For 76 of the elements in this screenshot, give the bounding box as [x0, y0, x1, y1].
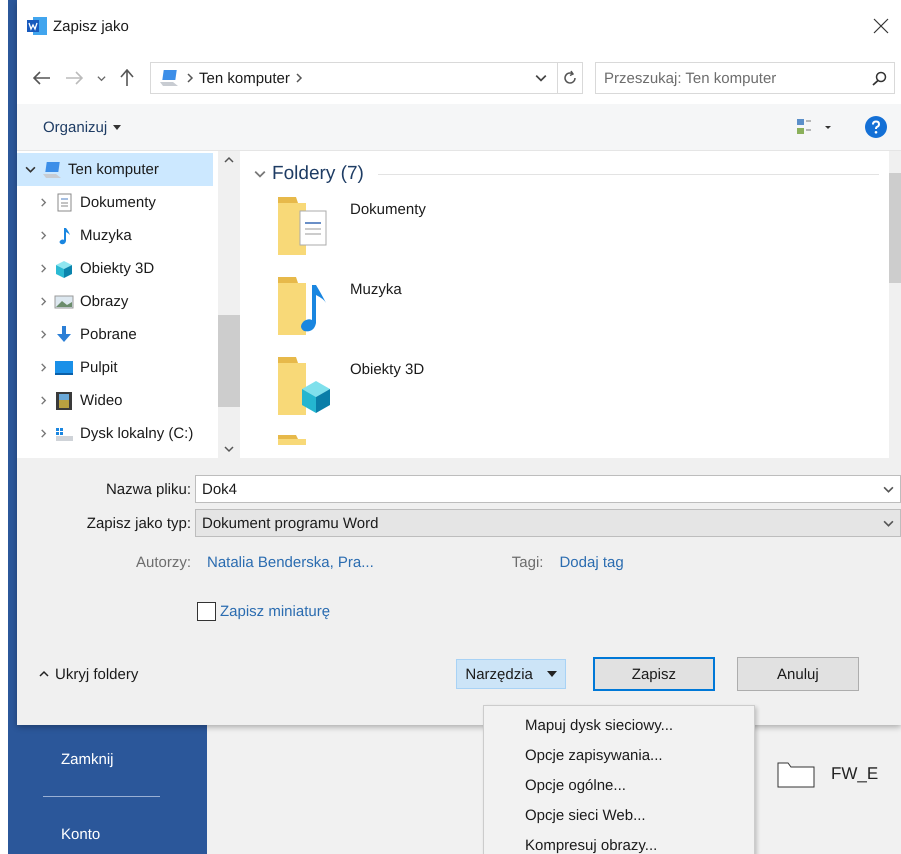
- chevron-down-icon: [25, 164, 36, 175]
- cube-icon: [54, 258, 74, 278]
- chevron-right-icon: [39, 198, 48, 207]
- download-arrow-icon: [54, 324, 74, 344]
- chevron-right-icon: [39, 396, 48, 405]
- arrow-up-icon: [120, 69, 134, 87]
- menu-item[interactable]: Opcje ogólne...: [484, 770, 754, 800]
- menu-item[interactable]: Kompresuj obrazy...: [484, 830, 754, 854]
- computer-icon: [159, 68, 179, 88]
- file-name[interactable]: FW_E: [831, 764, 878, 784]
- chevron-right-icon: [39, 330, 48, 339]
- view-icon: [797, 118, 833, 136]
- arrow-left-icon: [33, 71, 51, 85]
- breadcrumb[interactable]: Ten komputer: [195, 70, 294, 86]
- checkbox-label[interactable]: Zapisz miniaturę: [220, 603, 330, 620]
- tree-item[interactable]: Muzyka: [17, 219, 213, 252]
- authors-link[interactable]: Natalia Benderska, Pra...: [207, 554, 374, 570]
- chevron-right-icon: [39, 231, 48, 240]
- sidebar-item[interactable]: Konto: [61, 815, 207, 853]
- organize-button[interactable]: Organizuj: [43, 118, 122, 136]
- tree-item[interactable]: Ten komputer: [17, 153, 213, 186]
- tree-item[interactable]: Obiekty 3D: [17, 252, 213, 285]
- chevron-icon: [224, 444, 234, 454]
- tree-item[interactable]: Wideo: [17, 384, 213, 417]
- help-icon[interactable]: [865, 116, 887, 138]
- menu-item[interactable]: Opcje sieci Web...: [484, 800, 754, 830]
- cancel-button[interactable]: Anuluj: [736, 657, 859, 691]
- chevron-right-icon: [39, 297, 48, 306]
- film-icon: [54, 390, 74, 410]
- tags-link[interactable]: Dodaj tag: [559, 554, 624, 570]
- scrollbar[interactable]: [889, 151, 901, 458]
- tree-item[interactable]: Dysk lokalny (C:): [17, 417, 213, 450]
- tree-item[interactable]: Obrazy: [17, 285, 213, 318]
- window-title: Zapisz jako: [53, 18, 130, 34]
- chevron-right-icon: [294, 73, 304, 83]
- folder-name[interactable]: Dokumenty: [350, 193, 426, 218]
- folder-outline-icon: [777, 760, 815, 788]
- hide-folders-button[interactable]: Ukryj foldery: [39, 666, 138, 682]
- address-bar[interactable]: Ten komputer: [150, 62, 583, 94]
- chevron-right-icon: [39, 429, 48, 438]
- folder-name[interactable]: Muzyka: [350, 273, 402, 298]
- chevron-icon: [224, 155, 234, 165]
- group-header[interactable]: Foldery (7): [254, 163, 879, 185]
- field-label: Autorzy:: [134, 554, 192, 570]
- folder-name[interactable]: Obiekty 3D: [350, 353, 424, 378]
- caret-icon: [113, 124, 122, 130]
- chevron-right-icon: [185, 73, 195, 83]
- menu-item[interactable]: Mapuj dysk sieciowy...: [484, 710, 754, 740]
- search-field[interactable]: Przeszukaj: Ten komputer: [595, 62, 895, 94]
- field-label: Tagi:: [512, 554, 544, 570]
- tools-button[interactable]: Narzędzia: [456, 659, 566, 689]
- save-button[interactable]: Zapisz: [592, 657, 715, 691]
- chevron-icon: [97, 74, 106, 82]
- field-label: Zapisz jako typ:: [86, 514, 192, 532]
- close-icon: [873, 18, 889, 34]
- chevron-down-icon: [535, 72, 547, 84]
- tree-item[interactable]: Dokumenty: [17, 186, 213, 219]
- chevron-down-icon: [254, 168, 266, 180]
- chevron-icon: [39, 669, 49, 679]
- caret-icon: [546, 671, 557, 677]
- menu-item[interactable]: Opcje zapisywania...: [484, 740, 754, 770]
- refresh-icon: [562, 70, 578, 86]
- word-app-icon: [27, 17, 47, 35]
- chevron-right-icon: [39, 264, 48, 273]
- sidebar-item[interactable]: Zamknij: [61, 740, 207, 778]
- file-name-field[interactable]: Dok4: [195, 475, 901, 503]
- arrow-right-icon: [65, 71, 83, 85]
- chevron-right-icon: [39, 363, 48, 372]
- field-label: Nazwa pliku:: [104, 480, 192, 498]
- search-icon: [872, 71, 887, 86]
- scrollbar[interactable]: [218, 151, 240, 458]
- tree-item[interactable]: Pulpit: [17, 351, 213, 384]
- tree-item[interactable]: Pobrane: [17, 318, 213, 351]
- file-type-dropdown[interactable]: Dokument programu Word: [195, 509, 901, 537]
- checkbox[interactable]: [197, 602, 216, 621]
- computer-icon: [42, 160, 62, 180]
